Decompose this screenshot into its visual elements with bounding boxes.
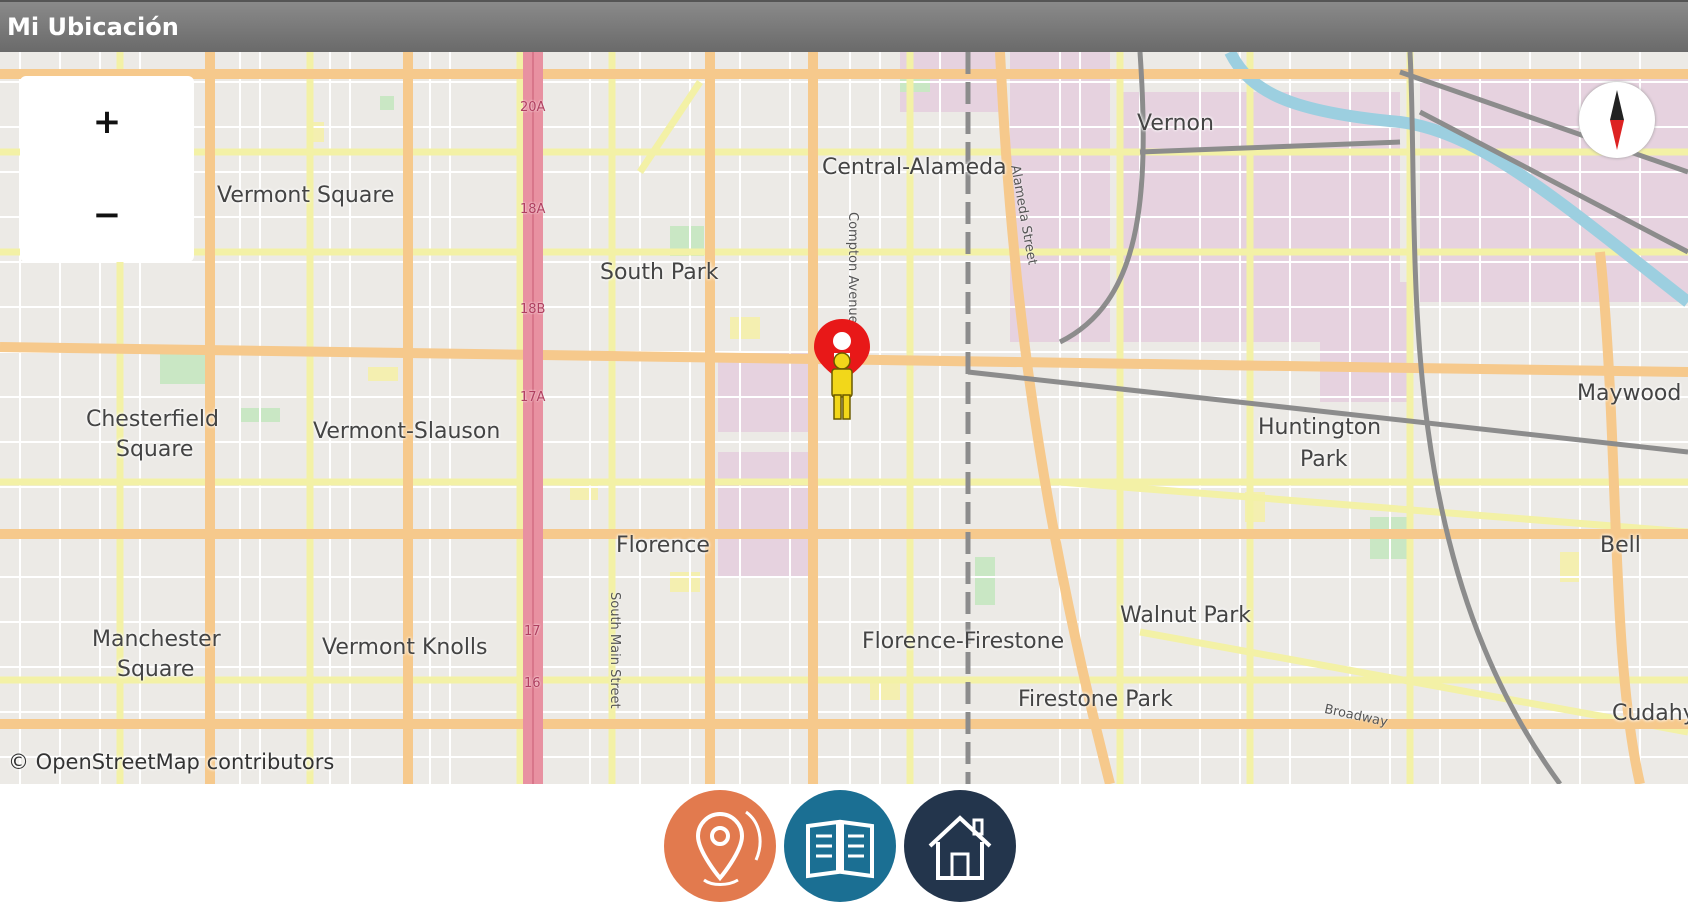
place-label: Square — [116, 437, 194, 462]
place-label: Florence-Firestone — [862, 629, 1065, 654]
place-label: Florence — [616, 533, 710, 558]
place-label: Central-Alameda — [822, 155, 1007, 180]
place-label: Vermont-Slauson — [313, 419, 501, 444]
street-label: Compton Avenue — [845, 212, 860, 324]
street-label: South Main Street — [607, 592, 622, 709]
place-label: Bell — [1600, 533, 1641, 558]
place-label: Firestone Park — [1018, 687, 1173, 712]
highway-shield: 17A — [520, 390, 546, 405]
place-label: Chesterfield — [86, 407, 219, 432]
home-button[interactable] — [904, 790, 1016, 902]
location-pin-icon — [695, 810, 762, 886]
location-pin-button[interactable] — [664, 790, 776, 902]
place-label: Cudahy — [1612, 701, 1688, 726]
compass-icon — [1610, 90, 1624, 150]
app-title: Mi Ubicación — [7, 13, 179, 41]
place-label: Park — [1300, 447, 1348, 472]
zoom-out-button[interactable]: − — [20, 169, 194, 262]
place-label: Maywood — [1577, 381, 1682, 406]
highway-shield: 18A — [520, 202, 546, 217]
highway-shield: 16 — [524, 676, 541, 691]
place-label: Manchester — [92, 627, 221, 652]
zoom-in-button[interactable]: + — [20, 76, 194, 169]
location-marker-icon — [814, 319, 870, 420]
home-icon — [928, 815, 992, 880]
zoom-control: + − — [20, 76, 194, 262]
bottom-nav — [0, 784, 1688, 902]
highway-shield: 20A — [520, 100, 546, 115]
place-label: South Park — [600, 260, 719, 285]
compass-button[interactable] — [1579, 82, 1655, 158]
place-label: Walnut Park — [1120, 603, 1251, 628]
book-button[interactable] — [784, 790, 896, 902]
map-attribution: © OpenStreetMap contributors — [8, 750, 335, 774]
title-bar: Mi Ubicación — [0, 0, 1688, 52]
place-label: Square — [117, 657, 195, 682]
place-label: Vermont Knolls — [322, 635, 488, 660]
highway-shield: 18B — [520, 302, 546, 317]
place-label: Huntington — [1258, 415, 1382, 440]
place-label: Vermont Square — [217, 183, 395, 208]
current-location-marker[interactable] — [810, 317, 874, 429]
book-icon — [806, 819, 874, 879]
map-view[interactable]: Vermont Square Central-Alameda Vernon So… — [0, 52, 1688, 784]
place-label: Vernon — [1137, 111, 1214, 136]
highway-shield: 17 — [524, 624, 541, 639]
